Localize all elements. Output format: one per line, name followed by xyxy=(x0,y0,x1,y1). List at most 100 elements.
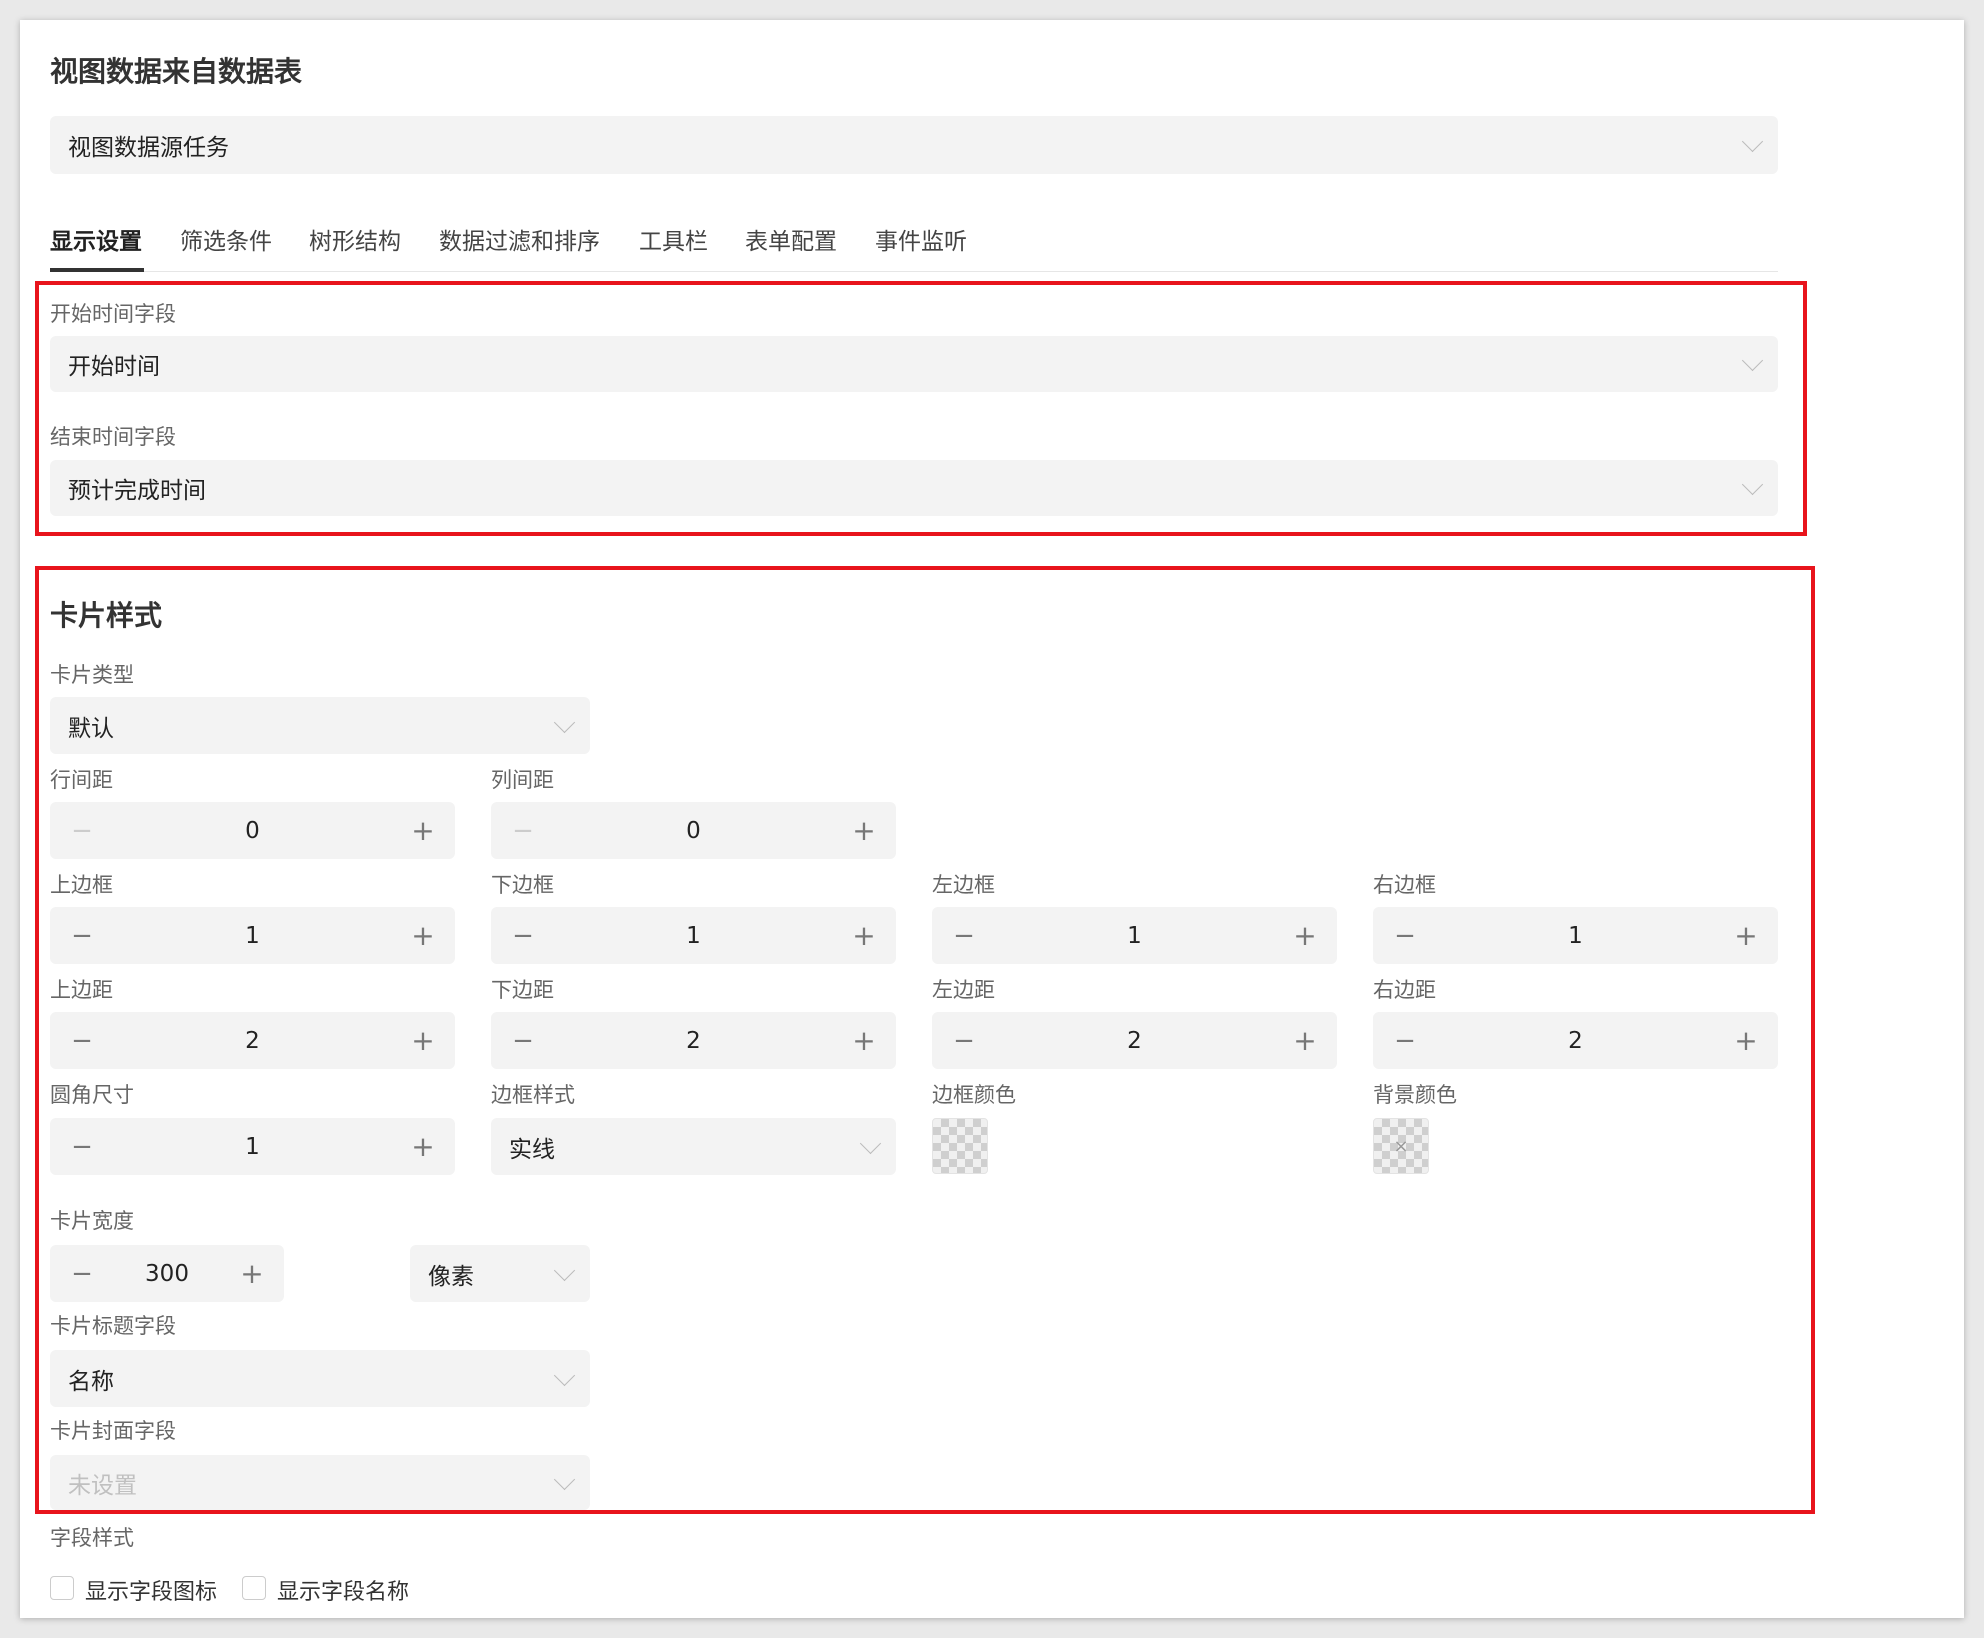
plus-icon[interactable]: + xyxy=(846,802,882,859)
chevron-down-icon xyxy=(553,1468,576,1490)
chevron-down-icon xyxy=(553,711,576,733)
row-gap-stepper: − 0 + xyxy=(50,802,455,859)
show-field-name-checkbox[interactable] xyxy=(242,1576,266,1600)
margin-left-label: 左边距 xyxy=(932,978,995,1002)
border-color-swatch[interactable] xyxy=(932,1118,988,1174)
border-top-value[interactable]: 1 xyxy=(100,907,405,964)
clear-color-icon: × xyxy=(1393,1135,1409,1157)
minus-icon[interactable]: − xyxy=(1387,1012,1423,1069)
chevron-down-icon xyxy=(1741,349,1764,372)
tab-data-filter-sort[interactable]: 数据过滤和排序 xyxy=(439,222,600,256)
card-type-select[interactable]: 默认 xyxy=(50,697,590,754)
border-bottom-label: 下边框 xyxy=(491,873,554,897)
border-bottom-value[interactable]: 1 xyxy=(541,907,846,964)
title-field-label: 卡片标题字段 xyxy=(50,1314,176,1338)
border-left-value[interactable]: 1 xyxy=(982,907,1287,964)
minus-icon[interactable]: − xyxy=(64,802,100,859)
card-width-value[interactable]: 300 xyxy=(100,1245,234,1302)
plus-icon[interactable]: + xyxy=(846,907,882,964)
minus-icon[interactable]: − xyxy=(64,1012,100,1069)
page-title: 视图数据来自数据表 xyxy=(50,55,303,88)
plus-icon[interactable]: + xyxy=(405,907,441,964)
title-field-select[interactable]: 名称 xyxy=(50,1350,590,1407)
start-time-select[interactable]: 开始时间 xyxy=(50,336,1778,392)
minus-icon[interactable]: − xyxy=(64,907,100,964)
margin-left-stepper: − 2 + xyxy=(932,1012,1337,1069)
border-bottom-stepper: − 1 + xyxy=(491,907,896,964)
col-gap-label: 列间距 xyxy=(491,768,554,792)
minus-icon[interactable]: − xyxy=(946,1012,982,1069)
plus-icon[interactable]: + xyxy=(846,1012,882,1069)
margin-top-value[interactable]: 2 xyxy=(100,1012,405,1069)
plus-icon[interactable]: + xyxy=(405,1012,441,1069)
minus-icon[interactable]: − xyxy=(505,1012,541,1069)
radius-stepper: − 1 + xyxy=(50,1118,455,1175)
chevron-down-icon xyxy=(553,1364,576,1386)
margin-bottom-value[interactable]: 2 xyxy=(541,1012,846,1069)
start-time-label: 开始时间字段 xyxy=(50,302,176,326)
data-source-select[interactable]: 视图数据源任务 xyxy=(50,116,1778,174)
margin-bottom-label: 下边距 xyxy=(491,978,554,1002)
plus-icon[interactable]: + xyxy=(405,1118,441,1175)
show-field-name-label[interactable]: 显示字段名称 xyxy=(277,1574,409,1606)
plus-icon[interactable]: + xyxy=(1287,907,1323,964)
tab-event-listeners[interactable]: 事件监听 xyxy=(875,222,967,256)
plus-icon[interactable]: + xyxy=(234,1245,270,1302)
minus-icon[interactable]: − xyxy=(64,1245,100,1302)
minus-icon[interactable]: − xyxy=(64,1118,100,1175)
col-gap-value[interactable]: 0 xyxy=(541,802,846,859)
card-width-unit-value: 像素 xyxy=(428,1263,474,1290)
tab-tree-structure[interactable]: 树形结构 xyxy=(309,222,401,256)
border-right-label: 右边框 xyxy=(1373,873,1436,897)
chevron-down-icon xyxy=(1741,130,1764,153)
bg-color-swatch[interactable]: × xyxy=(1373,1118,1429,1174)
col-gap-stepper: − 0 + xyxy=(491,802,896,859)
row-gap-label: 行间距 xyxy=(50,768,113,792)
border-top-stepper: − 1 + xyxy=(50,907,455,964)
show-field-icon-checkbox[interactable] xyxy=(50,1576,74,1600)
minus-icon[interactable]: − xyxy=(1387,907,1423,964)
end-time-label: 结束时间字段 xyxy=(50,425,176,449)
margin-right-value[interactable]: 2 xyxy=(1423,1012,1728,1069)
tab-bar: 显示设置 筛选条件 树形结构 数据过滤和排序 工具栏 表单配置 事件监听 xyxy=(50,222,1778,272)
plus-icon[interactable]: + xyxy=(405,802,441,859)
data-source-value: 视图数据源任务 xyxy=(68,135,229,161)
chevron-down-icon xyxy=(859,1132,882,1154)
radius-value[interactable]: 1 xyxy=(100,1118,405,1175)
show-field-icon-label[interactable]: 显示字段图标 xyxy=(85,1574,217,1606)
cover-field-label: 卡片封面字段 xyxy=(50,1419,176,1443)
margin-right-stepper: − 2 + xyxy=(1373,1012,1778,1069)
plus-icon[interactable]: + xyxy=(1287,1012,1323,1069)
border-left-stepper: − 1 + xyxy=(932,907,1337,964)
start-time-value: 开始时间 xyxy=(68,354,160,380)
plus-icon[interactable]: + xyxy=(1728,907,1764,964)
minus-icon[interactable]: − xyxy=(946,907,982,964)
card-width-stepper: − 300 + xyxy=(50,1245,284,1302)
card-width-label: 卡片宽度 xyxy=(50,1209,134,1233)
tab-display-settings[interactable]: 显示设置 xyxy=(50,222,142,256)
border-style-value: 实线 xyxy=(509,1136,555,1163)
field-style-label: 字段样式 xyxy=(50,1526,134,1550)
plus-icon[interactable]: + xyxy=(1728,1012,1764,1069)
bg-color-label: 背景颜色 xyxy=(1373,1083,1457,1107)
minus-icon[interactable]: − xyxy=(505,802,541,859)
radius-label: 圆角尺寸 xyxy=(50,1083,134,1107)
border-right-value[interactable]: 1 xyxy=(1423,907,1728,964)
title-field-value: 名称 xyxy=(68,1368,114,1395)
active-tab-indicator xyxy=(50,268,144,272)
cover-field-select[interactable]: 未设置 xyxy=(50,1455,590,1510)
border-style-label: 边框样式 xyxy=(491,1083,575,1107)
row-gap-value[interactable]: 0 xyxy=(100,802,405,859)
border-left-label: 左边框 xyxy=(932,873,995,897)
tab-filter-conditions[interactable]: 筛选条件 xyxy=(180,222,272,256)
tab-toolbar[interactable]: 工具栏 xyxy=(639,222,708,256)
end-time-select[interactable]: 预计完成时间 xyxy=(50,460,1778,516)
border-top-label: 上边框 xyxy=(50,873,113,897)
border-style-select[interactable]: 实线 xyxy=(491,1118,896,1175)
tab-form-config[interactable]: 表单配置 xyxy=(745,222,837,256)
cover-field-placeholder: 未设置 xyxy=(68,1472,137,1499)
margin-left-value[interactable]: 2 xyxy=(982,1012,1287,1069)
card-width-unit-select[interactable]: 像素 xyxy=(410,1245,590,1302)
border-color-label: 边框颜色 xyxy=(932,1083,1016,1107)
minus-icon[interactable]: − xyxy=(505,907,541,964)
